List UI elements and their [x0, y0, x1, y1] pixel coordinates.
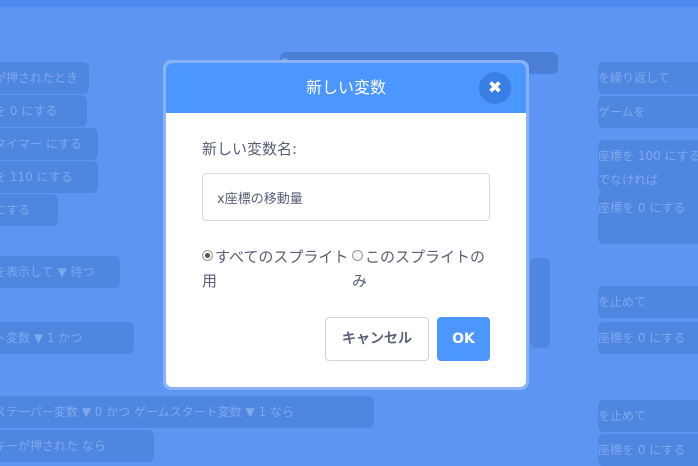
- code-block: [530, 258, 550, 348]
- ok-button[interactable]: OK: [437, 317, 490, 361]
- code-block: を 110 にする: [0, 161, 98, 193]
- radio-label-all-sprites: すべてのスプライト用: [202, 248, 349, 290]
- radio-option-all-sprites[interactable]: すべてのスプライト用: [202, 245, 352, 293]
- code-block: を止めて: [598, 286, 698, 318]
- radio-option-this-sprite[interactable]: このスプライトのみ: [352, 245, 492, 293]
- code-block: キーが押された なら: [0, 430, 154, 462]
- radio-button-unchecked-icon[interactable]: [352, 250, 363, 261]
- radio-button-checked-icon[interactable]: [202, 250, 213, 261]
- code-block: が押されたとき: [0, 62, 89, 94]
- code-block: 座標を 0 にする: [598, 434, 698, 466]
- code-block: を 0 にする: [0, 95, 87, 127]
- new-variable-dialog: 新しい変数 ✖ 新しい変数名: すべてのスプライト用 このスプライトのみ キャン…: [166, 63, 526, 387]
- close-icon: ✖: [487, 78, 503, 98]
- code-block: 座標を 0 にする: [598, 322, 698, 354]
- code-block: タイマー にする: [0, 128, 98, 160]
- code-block: を止めて: [598, 400, 698, 432]
- cancel-button[interactable]: キャンセル: [325, 317, 429, 361]
- close-button[interactable]: ✖: [479, 72, 511, 104]
- code-block: ト変数 ▼ 1 かつ: [0, 322, 134, 354]
- radio-label-this-sprite: このスプライトのみ: [352, 248, 486, 290]
- dialog-title: 新しい変数: [305, 78, 386, 97]
- code-block: ゲームを: [598, 96, 698, 128]
- code-block: を表示して ▼ 待つ: [0, 256, 120, 288]
- variable-name-label: 新しい変数名:: [202, 140, 298, 158]
- variable-name-input[interactable]: [202, 173, 490, 221]
- code-block: 座標を 0 にする: [598, 192, 698, 244]
- code-block: を繰り返して: [598, 62, 698, 94]
- code-block: でなければ: [598, 168, 698, 192]
- code-block: にする: [0, 194, 58, 226]
- code-block: ステーパー変数 ▼ 0 かつ ゲームスタート変数 ▼ 1 なら: [0, 396, 374, 428]
